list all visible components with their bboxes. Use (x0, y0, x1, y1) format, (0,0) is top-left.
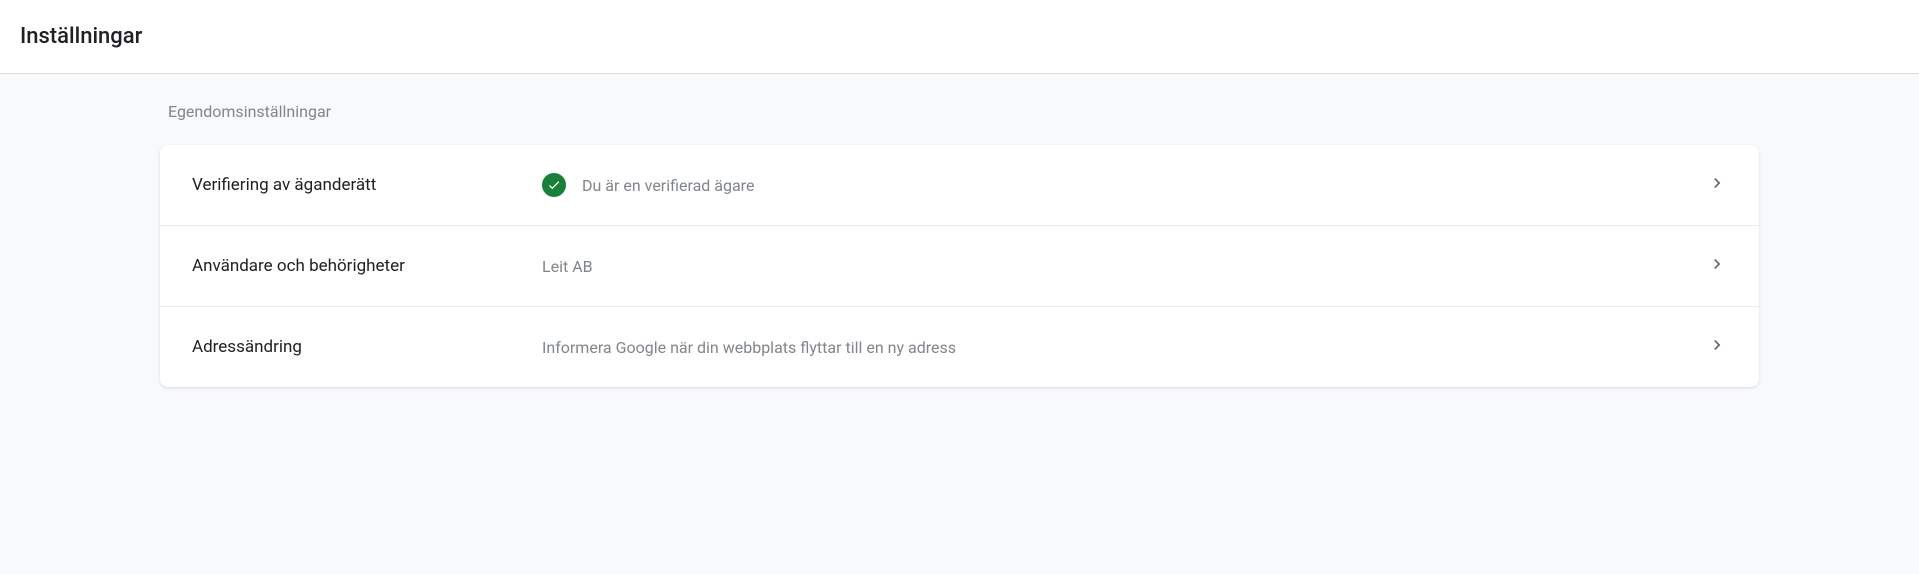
section-title: Egendomsinställningar (160, 102, 1759, 121)
row-label: Verifiering av äganderätt (192, 175, 542, 195)
row-ownership-verification[interactable]: Verifiering av äganderätt Du är en verif… (160, 145, 1759, 226)
chevron-right-icon (1707, 335, 1727, 359)
check-circle-icon (542, 173, 566, 197)
settings-card: Verifiering av äganderätt Du är en verif… (160, 145, 1759, 387)
row-value: Informera Google när din webbplats flytt… (542, 338, 1707, 357)
row-value: Du är en verifierad ägare (542, 173, 1707, 197)
row-value: Leit AB (542, 257, 1707, 276)
chevron-right-icon (1707, 173, 1727, 197)
content-area: Egendomsinställningar Verifiering av äga… (0, 74, 1919, 574)
page-title: Inställningar (20, 24, 1899, 49)
page-header: Inställningar (0, 0, 1919, 74)
chevron-right-icon (1707, 254, 1727, 278)
row-value-text: Leit AB (542, 257, 593, 276)
row-label: Adressändring (192, 337, 542, 357)
row-value-text: Du är en verifierad ägare (582, 176, 754, 195)
row-value-text: Informera Google när din webbplats flytt… (542, 338, 956, 357)
row-users-permissions[interactable]: Användare och behörigheter Leit AB (160, 226, 1759, 307)
row-label: Användare och behörigheter (192, 256, 542, 276)
row-address-change[interactable]: Adressändring Informera Google när din w… (160, 307, 1759, 387)
